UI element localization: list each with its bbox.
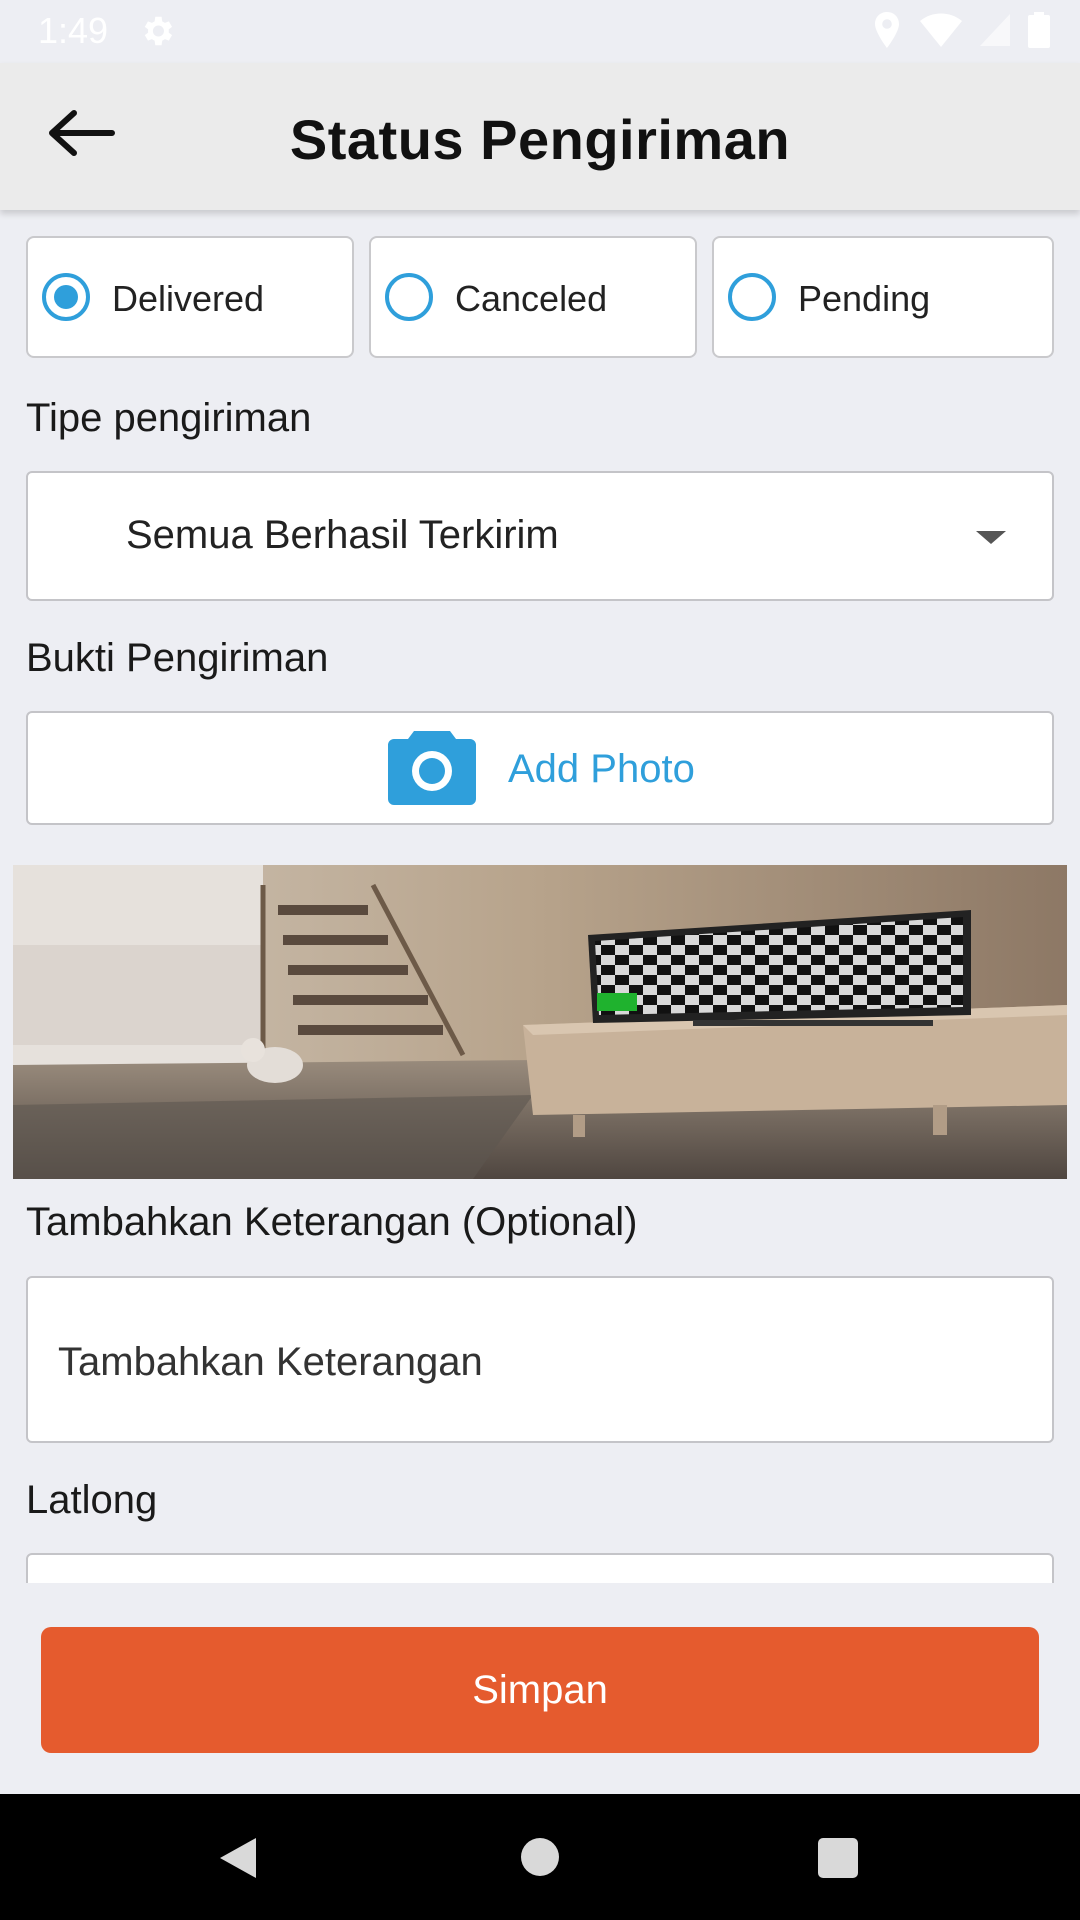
gear-icon [144,16,173,46]
delivery-type-label: Tipe pengiriman [26,396,312,440]
system-nav-bar [0,1794,1080,1920]
wifi-icon [920,13,962,47]
add-photo-button[interactable]: Add Photo [26,711,1054,825]
status-bar: 1:49 [0,0,1080,63]
room-photo-image [13,865,1067,1179]
radio-label-delivered: Delivered [112,278,265,319]
radio-label-canceled: Canceled [455,278,608,319]
delivery-type-value: Semua Berhasil Terkirim [126,513,559,557]
app-toolbar: Status Pengiriman [0,63,1080,210]
radio-unselected-icon [385,273,433,321]
notes-label: Tambahkan Keterangan (Optional) [26,1200,638,1244]
nav-recents-icon[interactable] [818,1838,858,1878]
radio-selected-icon [42,273,90,321]
radio-pending[interactable]: Pending [712,236,1054,358]
dropdown-caret-icon [976,531,1006,544]
nav-back-icon[interactable] [218,1836,258,1880]
notes-placeholder: Tambahkan Keterangan [58,1340,483,1384]
radio-canceled[interactable]: Canceled [369,236,697,358]
location-icon [875,12,899,48]
battery-icon [1028,12,1050,48]
radio-label-pending: Pending [798,278,931,319]
camera-icon [388,731,476,805]
radio-unselected-icon [728,273,776,321]
radio-delivered[interactable]: Delivered [26,236,354,358]
save-button[interactable]: Simpan [41,1627,1039,1753]
latlong-input[interactable] [26,1553,1054,1583]
latlong-label: Latlong [26,1478,158,1522]
notes-input[interactable]: Tambahkan Keterangan [26,1276,1054,1443]
status-time: 1:49 [38,10,109,51]
page-title: Status Pengiriman [289,108,791,171]
add-photo-label: Add Photo [508,747,695,791]
proof-label: Bukti Pengiriman [26,636,329,680]
latlong-field-container [26,1553,1054,1583]
delivery-type-dropdown[interactable]: Semua Berhasil Terkirim [26,471,1054,601]
nav-home-icon[interactable] [521,1838,559,1876]
photo-preview[interactable] [13,865,1067,1179]
signal-icon [980,14,1010,46]
status-radio-group: Delivered Canceled Pending [26,236,1054,362]
